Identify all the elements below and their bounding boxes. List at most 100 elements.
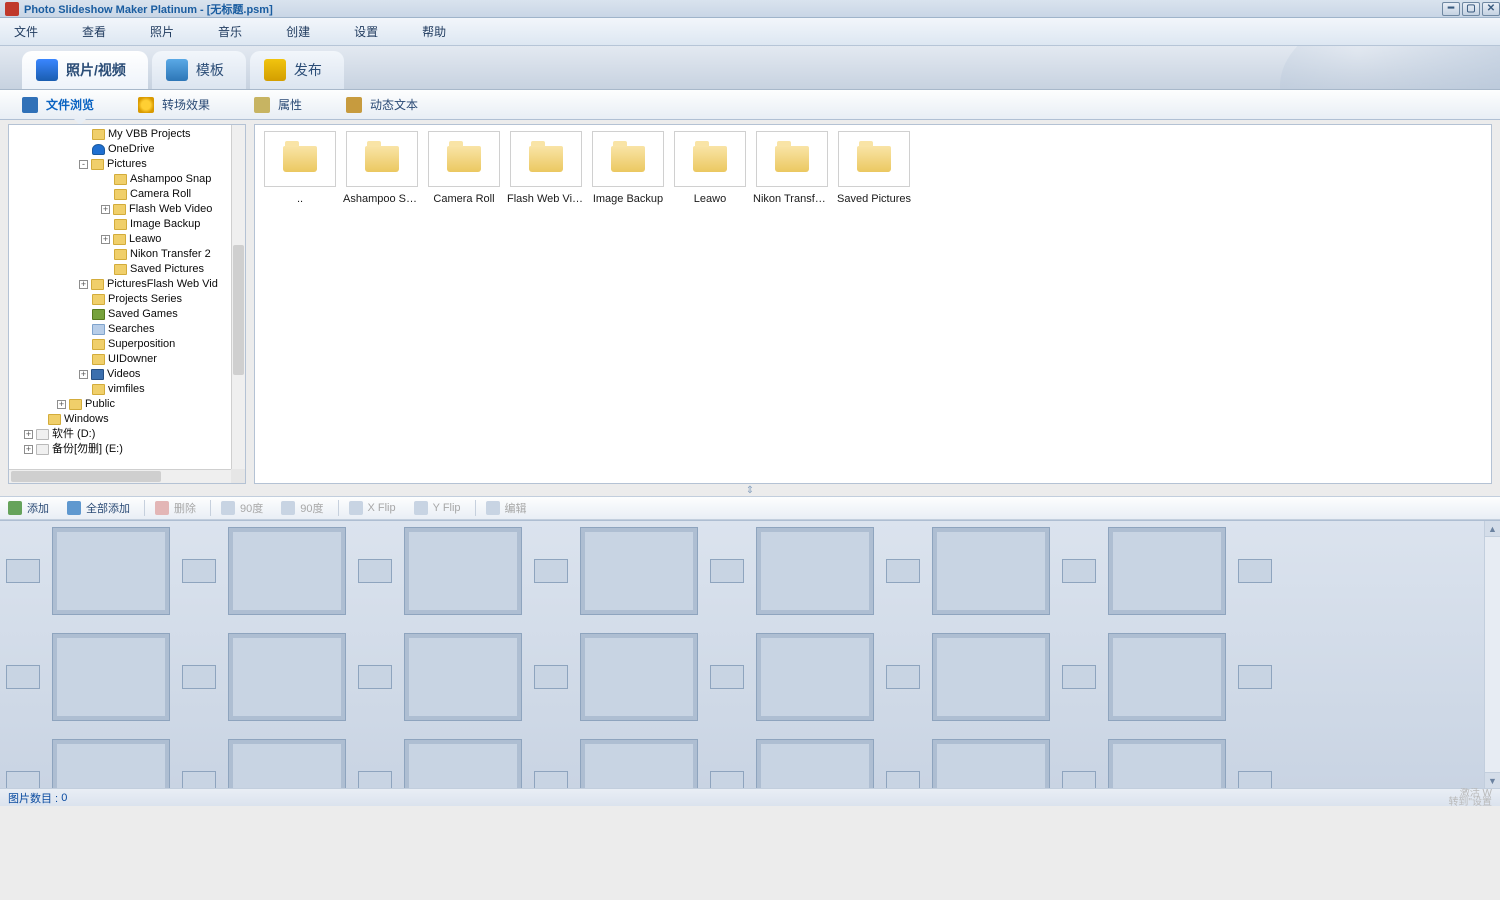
folder-item[interactable]: Image Backup — [587, 131, 669, 205]
photo-slot[interactable] — [404, 739, 522, 788]
transition-slot[interactable] — [182, 559, 216, 583]
tree-horizontal-scrollbar[interactable] — [9, 469, 231, 483]
tree-node[interactable]: Saved Pictures — [13, 262, 231, 277]
horizontal-splitter[interactable]: ⇕ — [0, 484, 1500, 496]
tree-node[interactable]: +Videos — [13, 367, 231, 382]
transition-slot[interactable] — [710, 559, 744, 583]
tree-node[interactable]: +Public — [13, 397, 231, 412]
transition-slot[interactable] — [1238, 559, 1272, 583]
folder-item[interactable]: Camera Roll — [423, 131, 505, 205]
timeline-vertical-scrollbar[interactable]: ▲ ▼ — [1484, 521, 1500, 788]
menu-music[interactable]: 音乐 — [218, 23, 242, 40]
subtab-browse[interactable]: 文件浏览 — [0, 90, 116, 119]
folder-item[interactable]: Ashampoo Sna... — [341, 131, 423, 205]
tree-node[interactable]: vimfiles — [13, 382, 231, 397]
tree-node[interactable]: +PicturesFlash Web Vid — [13, 277, 231, 292]
photo-slot[interactable] — [52, 527, 170, 615]
transition-slot[interactable] — [358, 559, 392, 583]
tree-node[interactable]: Projects Series — [13, 292, 231, 307]
tree-node[interactable]: -Pictures — [13, 157, 231, 172]
x-flip-button[interactable]: X Flip — [349, 501, 396, 515]
transition-slot[interactable] — [886, 559, 920, 583]
folder-item[interactable]: Leawo — [669, 131, 751, 205]
expand-toggle[interactable]: + — [79, 280, 88, 289]
expand-toggle[interactable]: + — [24, 430, 33, 439]
photo-slot[interactable] — [580, 527, 698, 615]
photo-slot[interactable] — [756, 633, 874, 721]
transition-slot[interactable] — [182, 665, 216, 689]
transition-slot[interactable] — [710, 771, 744, 788]
transition-slot[interactable] — [886, 771, 920, 788]
tree-node[interactable]: Searches — [13, 322, 231, 337]
tree-node[interactable]: Superposition — [13, 337, 231, 352]
photo-slot[interactable] — [756, 527, 874, 615]
photo-slot[interactable] — [228, 527, 346, 615]
transition-slot[interactable] — [534, 559, 568, 583]
tree-node[interactable]: +软件 (D:) — [13, 427, 231, 442]
transition-slot[interactable] — [182, 771, 216, 788]
folder-icon-grid[interactable]: ..Ashampoo Sna...Camera RollFlash Web Vi… — [255, 125, 1491, 213]
tab-publish[interactable]: 发布 — [250, 51, 344, 89]
folder-tree[interactable]: My VBB ProjectsOneDrive-PicturesAshampoo… — [9, 125, 231, 469]
tree-node[interactable]: Nikon Transfer 2 — [13, 247, 231, 262]
scroll-down-button[interactable]: ▼ — [1485, 772, 1500, 788]
transition-slot[interactable] — [6, 665, 40, 689]
transition-slot[interactable] — [1238, 665, 1272, 689]
photo-slot[interactable] — [580, 633, 698, 721]
minimize-button[interactable]: ━ — [1442, 2, 1460, 16]
add-button[interactable]: 添加 — [8, 500, 49, 516]
tree-node[interactable]: Camera Roll — [13, 187, 231, 202]
expand-toggle[interactable]: + — [57, 400, 66, 409]
tab-photos[interactable]: 照片/视频 — [22, 51, 148, 89]
expand-toggle[interactable]: + — [24, 445, 33, 454]
photo-slot[interactable] — [756, 739, 874, 788]
maximize-button[interactable]: ▢ — [1462, 2, 1480, 16]
transition-slot[interactable] — [1062, 771, 1096, 788]
tree-node[interactable]: +Leawo — [13, 232, 231, 247]
transition-slot[interactable] — [6, 771, 40, 788]
photo-slot[interactable] — [404, 527, 522, 615]
photo-slot[interactable] — [580, 739, 698, 788]
subtab-properties[interactable]: 属性 — [232, 90, 324, 119]
photo-slot[interactable] — [228, 739, 346, 788]
tree-node[interactable]: Image Backup — [13, 217, 231, 232]
transition-slot[interactable] — [886, 665, 920, 689]
tab-templates[interactable]: 模板 — [152, 51, 246, 89]
photo-slot[interactable] — [1108, 739, 1226, 788]
expand-toggle[interactable]: + — [101, 205, 110, 214]
folder-item[interactable]: Flash Web Vide... — [505, 131, 587, 205]
transition-slot[interactable] — [358, 665, 392, 689]
transition-slot[interactable] — [1238, 771, 1272, 788]
tree-vertical-scrollbar[interactable] — [231, 125, 245, 469]
menu-view[interactable]: 查看 — [82, 23, 106, 40]
close-button[interactable]: ✕ — [1482, 2, 1500, 16]
tree-node[interactable]: UIDowner — [13, 352, 231, 367]
rotate-right-button[interactable]: 90度 — [281, 500, 323, 516]
photo-slot[interactable] — [404, 633, 522, 721]
transition-slot[interactable] — [710, 665, 744, 689]
transition-slot[interactable] — [534, 771, 568, 788]
tree-node[interactable]: My VBB Projects — [13, 127, 231, 142]
photo-slot[interactable] — [228, 633, 346, 721]
folder-item[interactable]: .. — [259, 131, 341, 205]
folder-item[interactable]: Nikon Transfer 2 — [751, 131, 833, 205]
tree-node[interactable]: +Flash Web Video — [13, 202, 231, 217]
folder-item[interactable]: Saved Pictures — [833, 131, 915, 205]
tree-node[interactable]: Ashampoo Snap — [13, 172, 231, 187]
tree-node[interactable]: Windows — [13, 412, 231, 427]
scroll-up-button[interactable]: ▲ — [1485, 521, 1500, 537]
photo-slot[interactable] — [52, 633, 170, 721]
expand-toggle[interactable]: - — [79, 160, 88, 169]
photo-slot[interactable] — [1108, 527, 1226, 615]
y-flip-button[interactable]: Y Flip — [414, 501, 461, 515]
transition-slot[interactable] — [358, 771, 392, 788]
tree-node[interactable]: Saved Games — [13, 307, 231, 322]
menu-file[interactable]: 文件 — [14, 23, 38, 40]
subtab-dynamic-text[interactable]: 动态文本 — [324, 90, 440, 119]
photo-slot[interactable] — [932, 633, 1050, 721]
tree-node[interactable]: OneDrive — [13, 142, 231, 157]
menu-create[interactable]: 创建 — [286, 23, 310, 40]
subtab-transition[interactable]: 转场效果 — [116, 90, 232, 119]
timeline-body[interactable] — [0, 521, 1484, 788]
edit-button[interactable]: 编辑 — [486, 500, 527, 516]
